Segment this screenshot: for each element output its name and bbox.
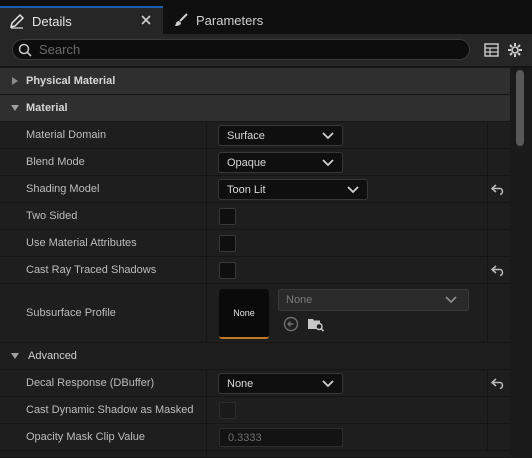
reset-to-default-icon[interactable] [491, 377, 505, 391]
details-toolbar [0, 34, 532, 66]
category-label: Physical Material [26, 75, 116, 87]
settings-gear-icon[interactable] [506, 41, 524, 59]
property-row-decal-response: Decal Response (DBuffer) None [0, 370, 510, 397]
opacity-mask-clip-value-field[interactable]: 0.3333 [219, 428, 343, 447]
property-label: Use Material Attributes [26, 237, 137, 249]
blend-mode-dropdown[interactable]: Opaque [218, 152, 343, 173]
property-row-use-material-attributes: Use Material Attributes [0, 230, 510, 257]
property-label: Decal Response (DBuffer) [26, 377, 155, 389]
property-label: Cast Dynamic Shadow as Masked [26, 404, 194, 416]
collapse-arrow-icon[interactable] [7, 348, 23, 364]
property-row-opacity-mask-clip-value: Opacity Mask Clip Value 0.3333 [0, 424, 510, 451]
use-material-attributes-checkbox[interactable] [219, 235, 236, 252]
expand-arrow-icon[interactable] [7, 73, 23, 89]
category-advanced[interactable]: Advanced [0, 343, 510, 370]
property-row-blend-mode: Blend Mode Opaque [0, 149, 510, 176]
reset-column-divider [487, 149, 488, 175]
tab-parameters-label: Parameters [196, 12, 264, 28]
reset-column-divider [487, 424, 488, 450]
reset-column-divider [487, 370, 488, 396]
chevron-down-icon [321, 377, 335, 391]
category-material[interactable]: Material [0, 95, 510, 122]
reset-to-default-icon[interactable] [491, 183, 505, 197]
property-label: Two Sided [26, 210, 78, 222]
dropdown-value: Opaque [227, 156, 267, 169]
property-label: Opacity Mask Clip Value [26, 431, 146, 443]
cast-dynamic-shadow-as-masked-checkbox[interactable] [219, 402, 236, 419]
dropdown-value: Toon Lit [227, 183, 266, 196]
property-row-cast-dynamic-shadow-as-masked: Cast Dynamic Shadow as Masked [0, 397, 510, 424]
category-label: Material [26, 102, 68, 114]
property-label: Cast Ray Traced Shadows [26, 264, 157, 276]
search-box[interactable] [12, 39, 470, 60]
tab-details-label: Details [32, 13, 72, 29]
asset-thumbnail[interactable]: None [219, 289, 269, 339]
tab-bar: Details Parameters [0, 0, 532, 34]
subsurface-profile-asset-picker[interactable]: None [278, 289, 469, 311]
property-row-subsurface-profile: Subsurface Profile None None [0, 284, 510, 343]
pencil-icon [8, 12, 26, 30]
reset-column-divider [487, 203, 488, 229]
reset-column-divider [487, 230, 488, 256]
reset-column-divider [487, 397, 488, 423]
column-divider[interactable] [206, 257, 207, 283]
category-label: Advanced [28, 350, 77, 362]
column-divider[interactable] [206, 370, 207, 396]
close-icon[interactable] [139, 13, 153, 27]
chevron-down-icon [321, 156, 335, 170]
scrollbar-thumb[interactable] [516, 70, 524, 146]
column-divider[interactable] [206, 122, 207, 148]
dropdown-value: None [286, 294, 313, 306]
cast-ray-traced-shadows-checkbox[interactable] [219, 262, 236, 279]
dropdown-value: None [227, 377, 254, 390]
material-domain-dropdown[interactable]: Surface [218, 125, 343, 146]
category-physical-material[interactable]: Physical Material [0, 68, 510, 95]
decal-response-dropdown[interactable]: None [218, 373, 343, 394]
chevron-down-icon [346, 183, 360, 197]
reset-column-divider [487, 284, 488, 342]
use-selected-asset-icon[interactable] [282, 315, 300, 333]
column-divider[interactable] [206, 424, 207, 450]
thumbnail-label: None [233, 308, 255, 318]
property-row-shading-model: Shading Model Toon Lit [0, 176, 510, 203]
collapse-arrow-icon[interactable] [7, 100, 23, 116]
column-divider[interactable] [206, 203, 207, 229]
property-row-material-domain: Material Domain Surface [0, 122, 510, 149]
details-panel: Physical Material Material Material Doma… [0, 68, 532, 458]
shading-model-dropdown[interactable]: Toon Lit [218, 179, 368, 200]
property-row-two-sided: Two Sided [0, 203, 510, 230]
search-input[interactable] [39, 42, 439, 57]
column-divider[interactable] [206, 176, 207, 202]
tab-parameters[interactable]: Parameters [164, 6, 294, 34]
property-label: Material Domain [26, 129, 107, 141]
reset-to-default-icon[interactable] [491, 264, 505, 278]
two-sided-checkbox[interactable] [219, 208, 236, 225]
chevron-down-icon [444, 293, 458, 307]
browse-asset-icon[interactable] [307, 315, 325, 333]
vertical-scrollbar[interactable] [510, 68, 532, 458]
reset-column-divider [487, 176, 488, 202]
field-value: 0.3333 [228, 431, 262, 444]
column-divider[interactable] [206, 230, 207, 256]
property-label: Shading Model [26, 183, 100, 195]
column-divider[interactable] [206, 149, 207, 175]
property-label: Subsurface Profile [26, 307, 116, 319]
property-label: Blend Mode [26, 156, 85, 168]
property-row-partial [0, 451, 510, 458]
column-divider[interactable] [206, 397, 207, 423]
reset-column-divider [487, 257, 488, 283]
reset-column-divider [487, 122, 488, 148]
column-divider [206, 451, 207, 457]
column-divider[interactable] [206, 284, 207, 342]
table-view-icon[interactable] [482, 41, 500, 59]
dropdown-value: Surface [227, 129, 265, 142]
chevron-down-icon [321, 129, 335, 143]
property-row-cast-ray-traced-shadows: Cast Ray Traced Shadows [0, 257, 510, 284]
brush-icon [172, 11, 190, 29]
search-icon [17, 42, 33, 58]
tab-details[interactable]: Details [0, 6, 163, 34]
